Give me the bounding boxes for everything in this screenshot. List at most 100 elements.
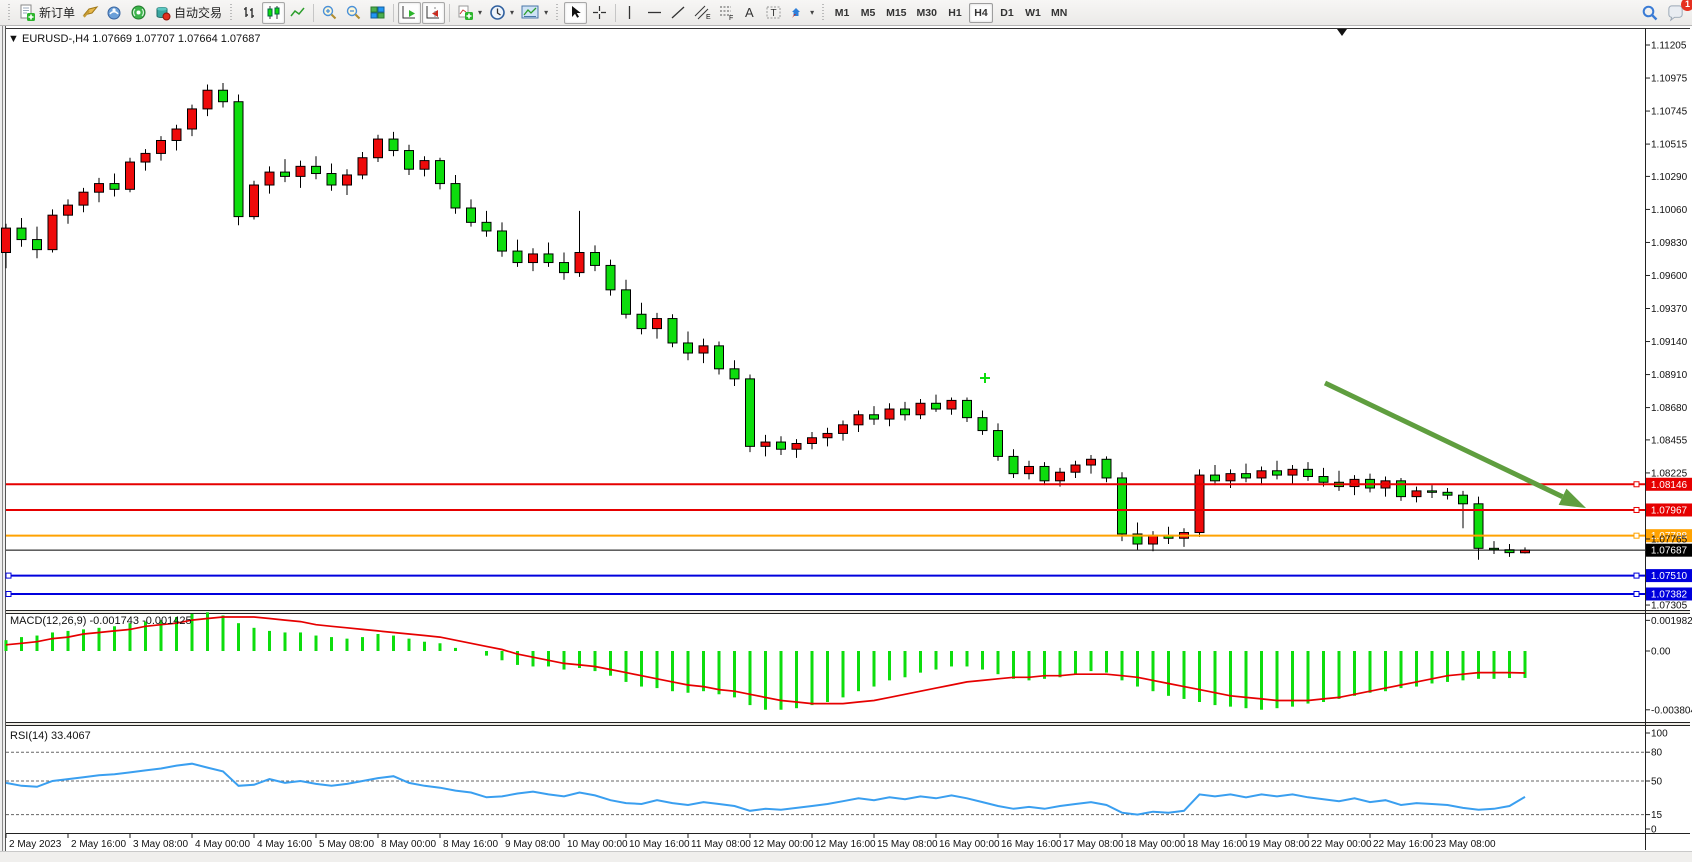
timeframe-h1[interactable]: H1 — [943, 3, 967, 23]
equidistant-channel-button[interactable]: E — [691, 2, 714, 24]
price-tick-label: 1.08910 — [1651, 370, 1688, 381]
clock-icon — [489, 4, 506, 21]
time-tick-label: 18 May 16:00 — [1187, 839, 1248, 850]
search-button[interactable] — [1638, 2, 1662, 24]
rsi-tick-label: 80 — [1651, 748, 1663, 759]
timeframe-h4[interactable]: H4 — [969, 3, 993, 23]
zoom-out-button[interactable] — [342, 2, 365, 24]
time-tick-label: 5 May 08:00 — [319, 839, 374, 850]
arrows-dropdown-button[interactable]: ▾ — [786, 2, 817, 24]
autotrading-icon — [154, 4, 171, 21]
indicators-dropdown-button[interactable]: ▾ — [454, 2, 485, 24]
price-tick-label: 1.10515 — [1651, 140, 1688, 151]
chart-profiles-icon — [82, 4, 99, 21]
candle — [1102, 456, 1111, 482]
horizontal-line-button[interactable] — [643, 2, 666, 24]
line-handle[interactable] — [6, 591, 11, 596]
bar-chart-button[interactable] — [238, 2, 261, 24]
autotrading-button[interactable]: 自动交易 — [151, 2, 225, 24]
fibonacci-icon: F — [718, 4, 735, 21]
signals-icon — [130, 4, 147, 21]
timeframe-m5[interactable]: M5 — [856, 3, 880, 23]
timeframe-m15[interactable]: M15 — [882, 3, 910, 23]
new-order-button[interactable]: 新订单 — [16, 2, 78, 24]
toolbar-grip[interactable] — [554, 4, 561, 22]
tile-windows-button[interactable] — [366, 2, 389, 24]
auto-scroll-button[interactable] — [398, 2, 421, 24]
periods-dropdown-button[interactable]: ▾ — [486, 2, 517, 24]
timeframe-w1[interactable]: W1 — [1021, 3, 1045, 23]
time-tick-label: 9 May 08:00 — [505, 839, 560, 850]
candle — [234, 95, 243, 226]
cursor-button[interactable] — [564, 2, 587, 24]
time-tick-label: 2 May 16:00 — [71, 839, 126, 850]
toolbar-grip[interactable] — [820, 4, 827, 22]
svg-text:T: T — [771, 8, 777, 19]
notifications-button[interactable]: 1 — [1663, 2, 1688, 24]
candle — [668, 314, 677, 347]
rsi-label: RSI(14) 33.4067 — [10, 730, 91, 742]
trendline-icon — [670, 4, 687, 21]
time-tick-label: 8 May 16:00 — [443, 839, 498, 850]
notification-badge: 1 — [1681, 0, 1692, 11]
line-chart-icon — [289, 4, 306, 21]
timeframe-d1[interactable]: D1 — [995, 3, 1019, 23]
time-tick-label: 22 May 00:00 — [1311, 839, 1372, 850]
chart-profiles-button[interactable] — [79, 2, 102, 24]
candle — [1118, 472, 1127, 541]
line-handle[interactable] — [1634, 591, 1639, 596]
market-watch-icon — [106, 4, 123, 21]
toolbar-grip[interactable] — [6, 4, 13, 22]
svg-text:E: E — [706, 14, 711, 21]
line-handle[interactable] — [1634, 573, 1639, 578]
zoom-out-icon — [345, 4, 362, 21]
new-order-icon — [19, 4, 36, 21]
zoom-in-button[interactable] — [318, 2, 341, 24]
price-tick-label: 1.08455 — [1651, 435, 1688, 446]
chart-shift-button[interactable] — [422, 2, 445, 24]
price-tick-label: 1.09600 — [1651, 271, 1688, 282]
line-handle[interactable] — [1634, 533, 1639, 538]
toolbar-grip[interactable] — [228, 4, 235, 22]
templates-dropdown-button[interactable]: ▾ — [518, 2, 551, 24]
svg-text:F: F — [729, 15, 733, 21]
vertical-line-button[interactable] — [620, 2, 642, 24]
crosshair-button[interactable] — [588, 2, 611, 24]
text-label-button[interactable]: T — [762, 2, 785, 24]
time-tick-label: 16 May 16:00 — [1001, 839, 1062, 850]
timeframe-m30[interactable]: M30 — [913, 3, 941, 23]
line-chart-button[interactable] — [286, 2, 309, 24]
line-handle[interactable] — [6, 573, 11, 578]
time-tick-label: 18 May 00:00 — [1125, 839, 1186, 850]
market-watch-button[interactable] — [103, 2, 126, 24]
candle — [606, 260, 615, 296]
candle — [126, 158, 135, 192]
text-button[interactable]: A — [739, 2, 761, 24]
cursor-icon — [567, 4, 584, 21]
one-click-trading-toggle[interactable]: ▼ — [8, 33, 19, 45]
fibonacci-button[interactable]: F — [715, 2, 738, 24]
signals-button[interactable] — [127, 2, 150, 24]
price-badge-label: 1.07382 — [1651, 589, 1688, 600]
equidistant-channel-icon: E — [694, 4, 711, 21]
chart-header: EURUSD-,H4 1.07669 1.07707 1.07664 1.076… — [22, 33, 261, 45]
timeframe-m1[interactable]: M1 — [830, 3, 854, 23]
time-tick-label: 12 May 00:00 — [753, 839, 814, 850]
price-tick-label: 1.07305 — [1651, 601, 1688, 612]
macd-tick-label: 0.00 — [1651, 647, 1671, 658]
horizontal-line-icon — [646, 4, 663, 21]
chart-window: 1.081461.079671.077881.076871.075101.073… — [0, 26, 1692, 862]
candlestick-chart-button[interactable] — [262, 2, 285, 24]
timeframe-mn[interactable]: MN — [1047, 3, 1071, 23]
trendline-button[interactable] — [667, 2, 690, 24]
price-tick-label: 1.10060 — [1651, 205, 1688, 216]
time-tick-label: 19 May 08:00 — [1249, 839, 1310, 850]
dropdown-caret: ▾ — [544, 8, 548, 17]
candle — [746, 375, 755, 453]
line-handle[interactable] — [1634, 507, 1639, 512]
line-handle[interactable] — [1634, 482, 1639, 487]
time-tick-label: 8 May 00:00 — [381, 839, 436, 850]
time-tick-label: 23 May 08:00 — [1435, 839, 1496, 850]
timeframe-group: M1M5M15M30H1H4D1W1MN — [830, 3, 1071, 23]
arrow-objects-icon — [789, 4, 806, 21]
